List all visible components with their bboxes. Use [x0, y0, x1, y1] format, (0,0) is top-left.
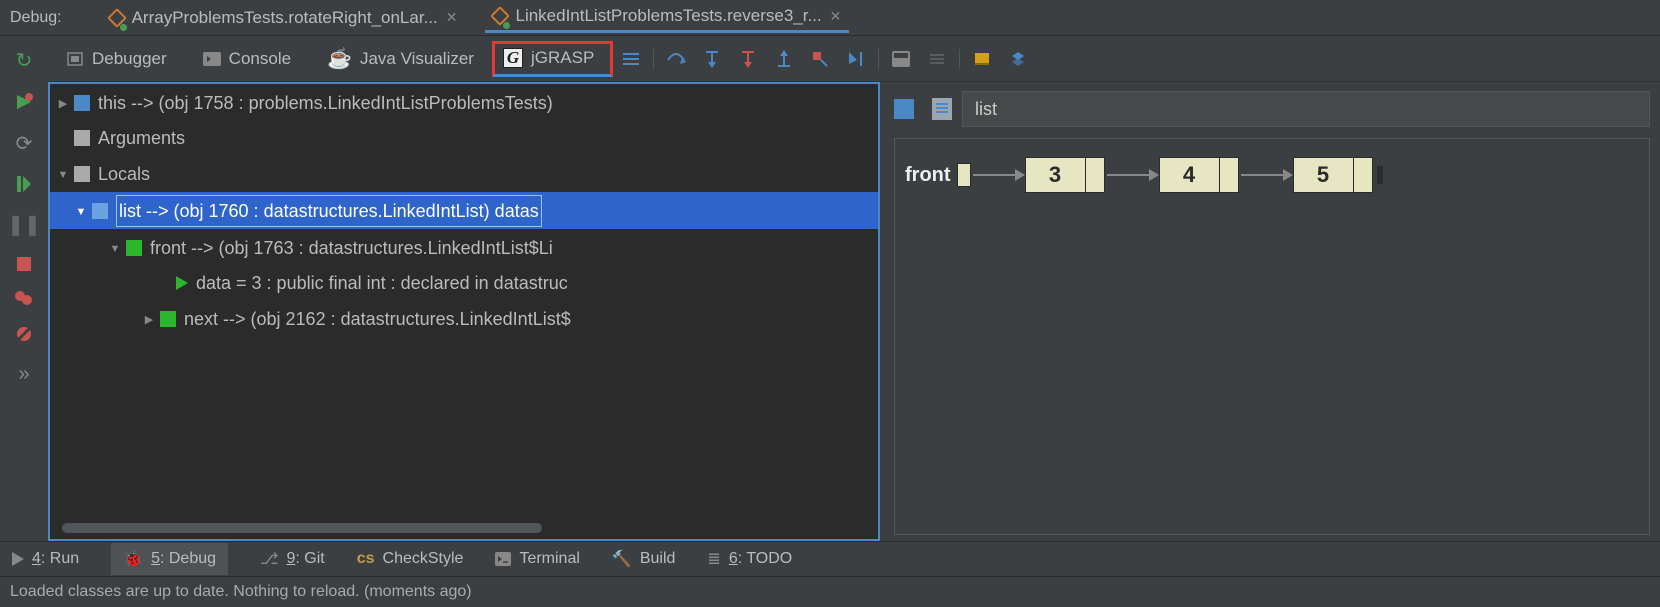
viewer-square-icon[interactable]: [894, 99, 914, 119]
status-bar: Loaded classes are up to date. Nothing t…: [0, 577, 1660, 607]
git-icon: ⎇: [260, 549, 278, 569]
tab-terminal[interactable]: Terminal: [495, 550, 579, 568]
java-icon: ☕: [327, 46, 352, 71]
jgrasp-visualizer-panel: list front 3 4 5: [880, 82, 1660, 541]
list-node: 5: [1293, 157, 1373, 193]
pause-icon[interactable]: ❚❚: [7, 212, 41, 237]
stop-icon[interactable]: [17, 257, 31, 271]
tree-this[interactable]: this --> (obj 1758 : problems.LinkedIntL…: [50, 84, 878, 121]
update-icon[interactable]: ⟳: [16, 131, 33, 156]
tab-jgrasp[interactable]: GjGRASP: [492, 41, 613, 77]
list-icon: ≣: [707, 549, 720, 569]
tree-arguments[interactable]: Arguments: [50, 121, 878, 155]
tab-run-config-2-label: LinkedIntListProblemsTests.reverse3_r...: [515, 6, 821, 26]
tab-run-config-1-label: ArrayProblemsTests.rotateRight_onLar...: [132, 8, 438, 28]
evaluate-expression-icon[interactable]: [885, 43, 917, 75]
more-icon[interactable]: »: [18, 363, 29, 386]
terminal-icon: [495, 552, 511, 566]
tab-git[interactable]: ⎇9: Git: [260, 549, 325, 569]
close-icon[interactable]: ✕: [830, 8, 842, 25]
arrow-icon: [1241, 174, 1291, 176]
run-pinned-icon[interactable]: [15, 93, 33, 111]
force-step-into-icon[interactable]: [732, 43, 764, 75]
tab-debugger[interactable]: Debugger: [48, 41, 185, 77]
primitive-icon: [176, 276, 188, 290]
viewer-doc-icon[interactable]: [932, 98, 952, 120]
arrow-icon: [1107, 174, 1157, 176]
tab-todo[interactable]: ≣6: TODO: [707, 549, 792, 569]
resume-icon[interactable]: [17, 176, 31, 192]
debug-label: Debug:: [10, 9, 82, 27]
drop-frame-icon[interactable]: [804, 43, 836, 75]
front-label: front: [905, 164, 951, 187]
tab-console[interactable]: Console: [185, 41, 309, 77]
hammer-icon: 🔨: [612, 549, 632, 569]
rerun-icon[interactable]: ↻: [16, 48, 33, 73]
pin-icon[interactable]: [966, 43, 998, 75]
tab-run[interactable]: 4: Run: [12, 550, 79, 568]
tree-front[interactable]: front --> (obj 1763 : datastructures.Lin…: [50, 229, 878, 266]
null-terminator-icon: [1377, 166, 1383, 184]
debugger-icon: [66, 51, 84, 67]
variables-tree[interactable]: this --> (obj 1758 : problems.LinkedIntL…: [48, 82, 880, 541]
jgrasp-icon: G: [503, 48, 523, 68]
horizontal-scrollbar[interactable]: [62, 523, 542, 533]
run-config-tabs: Debug: ArrayProblemsTests.rotateRight_on…: [0, 0, 1660, 36]
console-icon: [203, 52, 221, 66]
step-out-icon[interactable]: [768, 43, 800, 75]
linked-list-visualization: front 3 4 5: [894, 138, 1650, 535]
run-to-cursor-icon[interactable]: [840, 43, 872, 75]
arrow-icon: [973, 174, 1023, 176]
tab-run-config-2[interactable]: LinkedIntListProblemsTests.reverse3_r...…: [485, 2, 849, 33]
breakpoints-icon[interactable]: [15, 291, 33, 305]
run-icon: [12, 552, 24, 566]
tree-list[interactable]: list --> (obj 1760 : datastructures.Link…: [50, 192, 878, 229]
debug-toolbar: Debugger Console ☕Java Visualizer GjGRAS…: [48, 36, 1660, 82]
tree-next[interactable]: next --> (obj 2162 : datastructures.Link…: [50, 300, 878, 337]
tab-debug[interactable]: 🐞5: Debug: [111, 543, 228, 575]
checkstyle-icon: cs: [357, 550, 375, 568]
tree-data[interactable]: data = 3 : public final int : declared i…: [50, 266, 878, 300]
close-icon[interactable]: ✕: [446, 9, 458, 26]
tab-java-visualizer[interactable]: ☕Java Visualizer: [309, 38, 492, 79]
tree-locals[interactable]: Locals: [50, 155, 878, 192]
tab-checkstyle[interactable]: csCheckStyle: [357, 550, 464, 568]
viewer-expression-field[interactable]: list: [962, 91, 1650, 127]
mute-breakpoints-icon[interactable]: [15, 325, 33, 343]
settings-layers-icon[interactable]: [1002, 43, 1034, 75]
list-node: 4: [1159, 157, 1239, 193]
bug-icon: 🐞: [123, 549, 143, 569]
threads-icon[interactable]: [615, 43, 647, 75]
debug-gutter: ↻ ⟳ ❚❚ »: [0, 36, 48, 541]
trace-icon[interactable]: [921, 43, 953, 75]
tab-build[interactable]: 🔨Build: [612, 549, 676, 569]
step-into-icon[interactable]: [696, 43, 728, 75]
tool-window-tabs: 4: Run 🐞5: Debug ⎇9: Git csCheckStyle Te…: [0, 541, 1660, 577]
list-node: 3: [1025, 157, 1105, 193]
step-over-icon[interactable]: [660, 43, 692, 75]
tab-run-config-1[interactable]: ArrayProblemsTests.rotateRight_onLar... …: [102, 4, 466, 32]
front-box: [957, 163, 971, 187]
